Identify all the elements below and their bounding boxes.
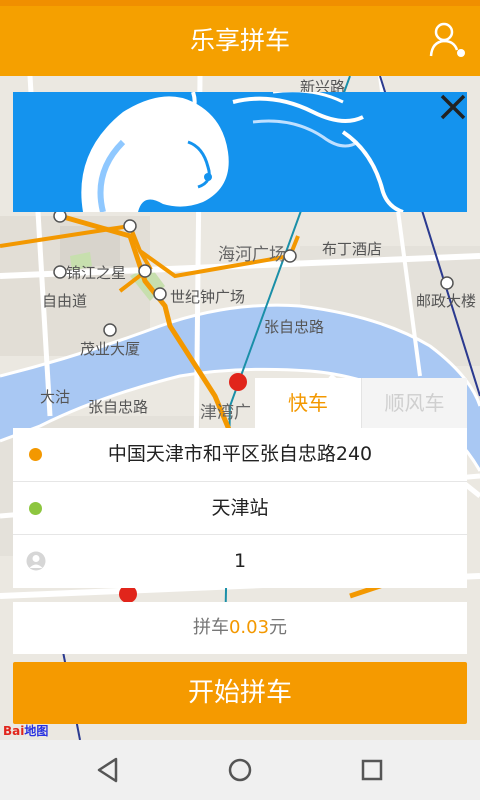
destination-text: 天津站 bbox=[211, 497, 269, 519]
trip-form: 中国天津市和平区张自忠路240 天津站 1 bbox=[13, 428, 467, 588]
deer-illustration bbox=[81, 92, 404, 212]
android-nav-bar bbox=[0, 740, 480, 800]
origin-text: 中国天津市和平区张自忠路240 bbox=[107, 443, 373, 465]
map-label-jinwan: 津湾广 bbox=[200, 403, 251, 423]
passenger-count: 1 bbox=[233, 550, 247, 572]
promo-banner[interactable] bbox=[13, 92, 467, 212]
user-icon[interactable] bbox=[428, 20, 468, 60]
map-label-dagu: 大沽 bbox=[40, 388, 71, 406]
origin-field[interactable]: 中国天津市和平区张自忠路240 bbox=[13, 428, 467, 481]
map-label-jinjiang: 锦江之星 bbox=[66, 264, 127, 282]
map-label-buding: 布丁酒店 bbox=[322, 240, 383, 258]
map-label-century: 世纪钟广场 bbox=[170, 288, 246, 306]
destination-field[interactable]: 天津站 bbox=[13, 481, 467, 534]
tab-express[interactable]: 快车 bbox=[255, 378, 361, 428]
tab-hitch[interactable]: 顺风车 bbox=[361, 378, 467, 428]
recents-icon[interactable] bbox=[356, 754, 388, 786]
map-label-zhangzizhong-1: 张自忠路 bbox=[264, 318, 325, 336]
map-label-zhangzizhong-2: 张自忠路 bbox=[88, 398, 149, 416]
page-title: 乐享拼车 bbox=[189, 26, 290, 55]
price-prefix: 拼车 bbox=[192, 617, 229, 638]
map-label-ziyoudao: 自由道 bbox=[42, 292, 88, 310]
back-icon[interactable] bbox=[92, 754, 124, 786]
baidu-map-logo: Bai地图 bbox=[3, 724, 49, 738]
passenger-count-field[interactable]: 1 bbox=[13, 534, 467, 587]
ride-type-tabs: 快车 顺风车 bbox=[255, 378, 467, 428]
home-icon[interactable] bbox=[224, 754, 256, 786]
map-label-maoye: 茂业大厦 bbox=[80, 340, 141, 358]
start-carpool-button[interactable]: 开始拼车 bbox=[13, 662, 467, 724]
top-bar: 乐享拼车 bbox=[0, 6, 480, 76]
price-estimate: 拼车0.03元 bbox=[13, 602, 467, 654]
close-icon[interactable] bbox=[438, 92, 468, 122]
price-amount: 0.03 bbox=[228, 617, 270, 638]
map-label-haihe: 海河广场 bbox=[218, 245, 286, 265]
map-label-youzheng: 邮政大楼 bbox=[416, 292, 477, 310]
price-unit: 元 bbox=[269, 617, 288, 638]
